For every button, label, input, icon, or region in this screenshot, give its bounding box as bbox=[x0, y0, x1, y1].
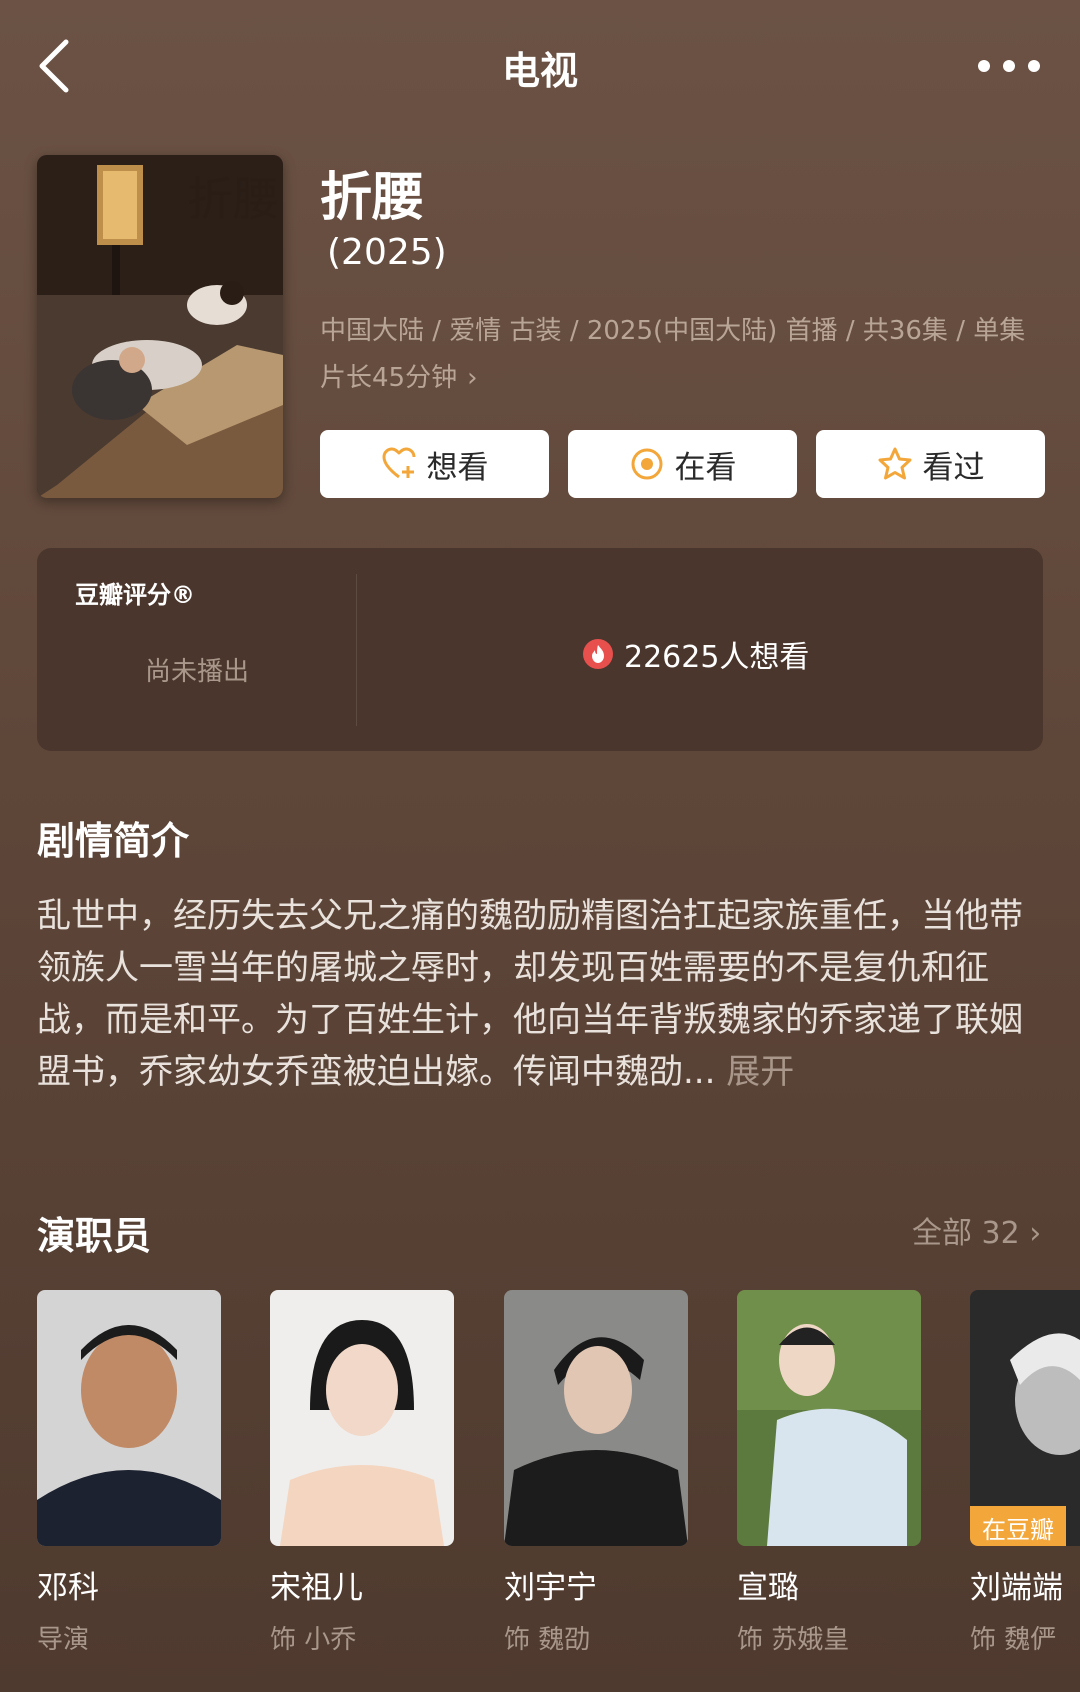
want-to-watch-button[interactable]: 想看 bbox=[320, 430, 549, 498]
cast-name: 宋祖儿 bbox=[270, 1570, 363, 1606]
synopsis-text: 乱世中，经历失去父兄之痛的魏劭励精图治扛起家族重任，当他带领族人一雪当年的屠城之… bbox=[37, 890, 1047, 1098]
cast-card[interactable]: 宋祖儿 饰 小乔 bbox=[270, 1290, 454, 1656]
synopsis-heading: 剧情简介 bbox=[37, 819, 190, 863]
poster-title-text: 折腰 bbox=[187, 172, 279, 226]
avatar bbox=[504, 1290, 688, 1546]
cast-role: 饰 小乔 bbox=[270, 1625, 357, 1655]
movie-meta-info[interactable]: 中国大陆 / 爱情 古装 / 2025(中国大陆) 首播 / 共36集 / 单集… bbox=[320, 308, 1050, 402]
page-title: 电视 bbox=[501, 49, 578, 93]
more-options-icon[interactable] bbox=[978, 60, 1040, 76]
rating-divider bbox=[356, 574, 357, 726]
cast-card[interactable]: 邓科 导演 bbox=[37, 1290, 221, 1656]
chevron-right-icon: › bbox=[1029, 1216, 1042, 1251]
cast-name: 邓科 bbox=[37, 1570, 99, 1606]
want-label: 想看 bbox=[426, 449, 489, 486]
wish-count-row: 22625人想看 bbox=[582, 632, 809, 676]
rating-status: 尚未播出 bbox=[145, 657, 250, 687]
watching-label: 在看 bbox=[674, 449, 737, 486]
synopsis-body: 乱世中，经历失去父兄之痛的魏劭励精图治扛起家族重任，当他带领族人一雪当年的屠城之… bbox=[37, 896, 1023, 1092]
cast-name: 刘宇宁 bbox=[504, 1570, 597, 1606]
watched-button[interactable]: 看过 bbox=[816, 430, 1045, 498]
heart-plus-icon bbox=[382, 447, 415, 479]
chevron-right-icon: › bbox=[467, 363, 478, 393]
expand-link[interactable]: 展开 bbox=[726, 1052, 794, 1092]
watching-button[interactable]: 在看 bbox=[568, 430, 797, 498]
avatar bbox=[737, 1290, 921, 1546]
target-circle-icon bbox=[631, 448, 662, 480]
douban-rating-label: 豆瓣评分® bbox=[75, 581, 195, 609]
wish-count: 22625人想看 bbox=[624, 640, 810, 675]
cast-role: 饰 魏俨 bbox=[970, 1625, 1057, 1655]
all-cast-link[interactable]: 全部 32 › bbox=[912, 1208, 1041, 1252]
cast-card[interactable]: 在豆瓣 刘端端 饰 魏俨 bbox=[970, 1290, 1080, 1656]
fire-icon bbox=[583, 639, 613, 669]
movie-year: (2025) bbox=[327, 232, 447, 273]
cast-card[interactable]: 刘宇宁 饰 魏劭 bbox=[504, 1290, 688, 1656]
star-icon bbox=[878, 447, 911, 480]
cast-role: 导演 bbox=[37, 1625, 90, 1655]
cast-role: 饰 魏劭 bbox=[504, 1625, 591, 1655]
movie-title: 折腰 bbox=[320, 168, 425, 228]
cast-role: 饰 苏娥皇 bbox=[737, 1625, 850, 1655]
douban-badge: 在豆瓣 bbox=[970, 1506, 1066, 1546]
cast-name: 刘端端 bbox=[970, 1570, 1063, 1606]
cast-name: 宣璐 bbox=[737, 1570, 799, 1606]
avatar bbox=[37, 1290, 221, 1546]
avatar: 在豆瓣 bbox=[970, 1290, 1080, 1546]
cast-card[interactable]: 宣璐 饰 苏娥皇 bbox=[737, 1290, 921, 1656]
poster-image[interactable]: 折腰 bbox=[37, 155, 283, 498]
watched-label: 看过 bbox=[922, 449, 985, 486]
meta-text: 中国大陆 / 爱情 古装 / 2025(中国大陆) 首播 / 共36集 / 单集… bbox=[320, 316, 1026, 393]
cast-heading: 演职员 bbox=[37, 1214, 152, 1258]
avatar bbox=[270, 1290, 454, 1546]
all-cast-label: 全部 32 bbox=[912, 1216, 1020, 1251]
